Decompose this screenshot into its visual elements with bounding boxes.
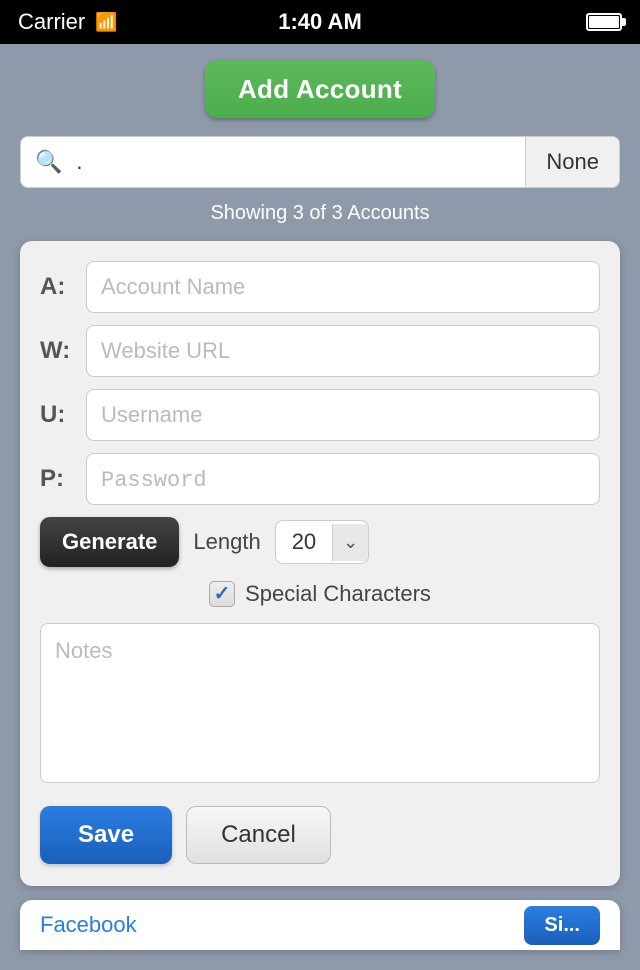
username-label: U: <box>40 401 86 429</box>
wifi-icon: 📶 <box>95 12 117 33</box>
account-name-row: A: <box>40 261 600 313</box>
special-chars-checkbox-wrap[interactable]: ✓ <box>209 581 235 607</box>
status-right <box>586 13 622 31</box>
length-label: Length <box>193 529 260 555</box>
website-url-input[interactable] <box>86 325 600 377</box>
peek-card-label: Facebook <box>40 912 137 938</box>
special-chars-label: Special Characters <box>245 581 431 607</box>
account-name-label: A: <box>40 273 86 301</box>
password-row: P: <box>40 453 600 505</box>
search-input[interactable] <box>76 149 525 175</box>
username-input[interactable] <box>86 389 600 441</box>
status-left: Carrier 📶 <box>18 9 118 35</box>
length-select-wrap: 20 ⌄ <box>275 520 370 564</box>
checkmark-icon: ✓ <box>214 584 231 604</box>
password-label: P: <box>40 465 86 493</box>
cancel-button[interactable]: Cancel <box>186 806 331 864</box>
time-label: 1:40 AM <box>278 9 362 35</box>
search-none-button[interactable]: None <box>525 137 619 187</box>
add-account-button[interactable]: Add Account <box>205 60 435 118</box>
special-chars-row: ✓ Special Characters <box>40 581 600 607</box>
account-name-input[interactable] <box>86 261 600 313</box>
main-content: Add Account 🔍 None Showing 3 of 3 Accoun… <box>0 44 640 970</box>
website-label: W: <box>40 337 86 365</box>
bottom-peek-card: Facebook Si... <box>20 900 620 950</box>
form-buttons: Save Cancel <box>40 806 600 864</box>
peek-card-button[interactable]: Si... <box>524 906 600 945</box>
search-icon: 🔍 <box>21 149 76 175</box>
search-bar: 🔍 None <box>20 136 620 188</box>
notes-textarea[interactable] <box>40 623 600 783</box>
length-chevron-icon[interactable]: ⌄ <box>332 524 368 561</box>
special-chars-checkbox[interactable]: ✓ <box>209 581 235 607</box>
status-bar: Carrier 📶 1:40 AM <box>0 0 640 44</box>
battery-icon <box>586 13 622 31</box>
generate-button[interactable]: Generate <box>40 517 179 567</box>
generate-row: Generate Length 20 ⌄ <box>40 517 600 567</box>
add-account-form: A: W: U: P: Generate Length 20 ⌄ <box>20 241 620 886</box>
password-input[interactable] <box>86 453 600 505</box>
showing-count-label: Showing 3 of 3 Accounts <box>20 202 620 225</box>
username-row: U: <box>40 389 600 441</box>
length-value: 20 <box>276 521 332 563</box>
carrier-label: Carrier <box>18 9 85 35</box>
website-url-row: W: <box>40 325 600 377</box>
save-button[interactable]: Save <box>40 806 172 864</box>
